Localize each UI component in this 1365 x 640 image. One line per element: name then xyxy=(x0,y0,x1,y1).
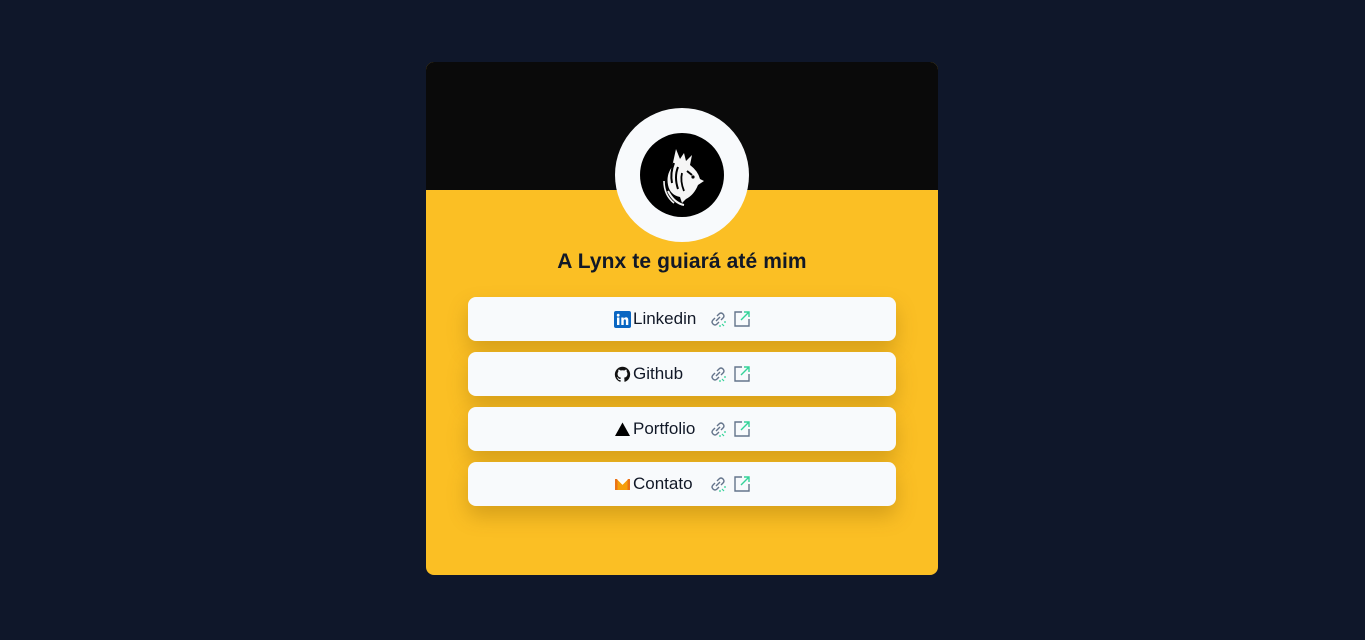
lynx-logo-icon xyxy=(663,149,704,206)
avatar xyxy=(640,133,724,217)
contato-link-button[interactable]: Contato xyxy=(468,462,896,506)
avatar-ring xyxy=(615,108,749,242)
link-icon xyxy=(711,422,726,437)
link-icon xyxy=(711,367,726,382)
contato-label: Contato xyxy=(633,474,693,493)
page-title: A Lynx te guiará até mim xyxy=(557,250,807,273)
external-link-icon xyxy=(734,366,750,382)
linkedin-label: Linkedin xyxy=(633,309,697,328)
mail-icon xyxy=(615,478,630,490)
github-icon xyxy=(614,366,631,382)
profile-card: A Lynx te guiará até mim Linkedin Github… xyxy=(426,62,938,575)
external-link-icon xyxy=(734,311,750,327)
link-icon xyxy=(711,477,726,492)
portfolio-label: Portfolio xyxy=(633,419,696,438)
link-icon xyxy=(711,312,726,327)
github-label: Github xyxy=(633,364,684,383)
linkedin-icon xyxy=(614,310,631,328)
vercel-triangle-icon xyxy=(615,422,630,436)
linkedin-link-button[interactable]: Linkedin xyxy=(468,297,896,341)
links-list: Linkedin Github Portfolio Contato xyxy=(468,297,896,517)
external-link-icon xyxy=(734,476,750,492)
portfolio-link-button[interactable]: Portfolio xyxy=(468,407,896,451)
external-link-icon xyxy=(734,421,750,437)
github-link-button[interactable]: Github xyxy=(468,352,896,396)
